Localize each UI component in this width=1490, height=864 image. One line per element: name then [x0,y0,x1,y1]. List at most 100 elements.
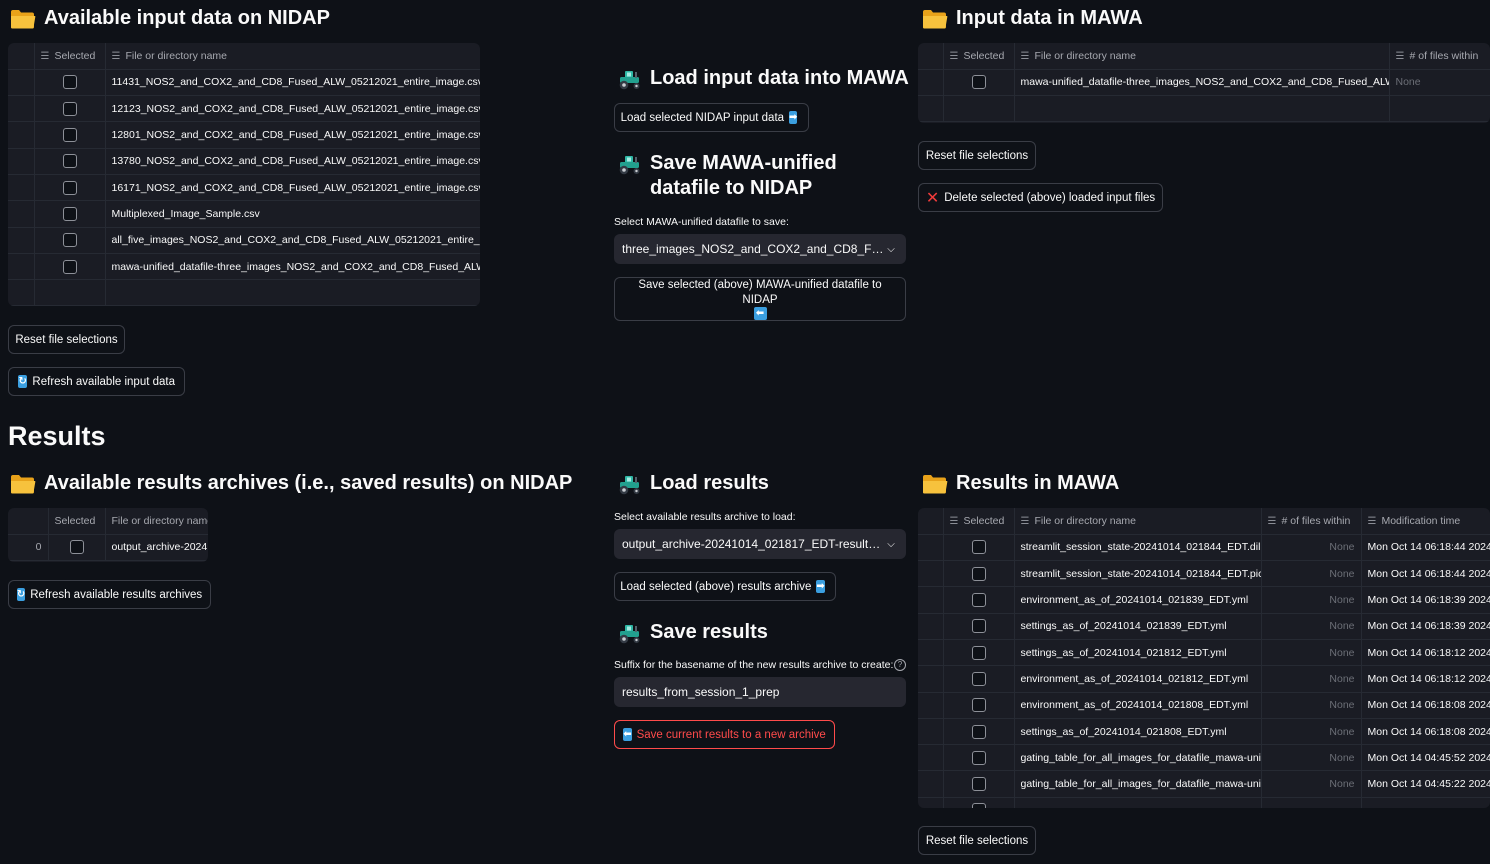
row-checkbox[interactable] [62,206,77,221]
row-checkbox[interactable] [62,233,77,248]
mawa-input-reset-button[interactable]: Reset file selections [918,141,1036,170]
row-checkbox[interactable] [971,593,986,608]
row-checkbox[interactable] [971,698,986,713]
table-row[interactable]: settings_as_of_20241014_021839_EDT.yml No… [918,613,1490,640]
results-suffix-input[interactable]: results_from_session_1_prep [614,677,906,707]
table-row[interactable]: streamlit_session_state-20241014_021844_… [918,560,1490,588]
row-checkbox-cell[interactable] [943,718,1015,746]
row-checkbox[interactable] [971,671,986,686]
row-checkbox[interactable] [62,75,77,90]
row-checkbox-cell[interactable] [34,200,106,228]
tractor-icon [616,622,642,644]
row-checkbox[interactable] [69,540,84,555]
table-row[interactable]: mawa-unified_datafile-three_images_NOS2_… [8,253,480,281]
row-checkbox-cell[interactable] [34,95,106,123]
table-row[interactable]: 13780_NOS2_and_COX2_and_CD8_Fused_ALW_05… [8,148,480,175]
table-row[interactable]: 12801_NOS2_and_COX2_and_CD8_Fused_ALW_05… [8,121,480,149]
row-checkbox-cell[interactable] [943,744,1015,772]
row-checkbox[interactable] [971,619,986,634]
row-checkbox[interactable] [971,540,986,555]
row-checkbox[interactable] [971,75,986,90]
nidap-input-reset-button[interactable]: Reset file selections [8,325,125,354]
row-checkbox-cell[interactable] [34,148,106,175]
column-header-name[interactable]: ☰ File or directory name [105,43,480,70]
row-checkbox-cell[interactable] [48,534,106,562]
mawa-results-reset-button[interactable]: Reset file selections [918,826,1036,855]
row-checkbox[interactable] [971,750,986,765]
row-checkbox-cell[interactable] [943,770,1015,798]
row-checkbox[interactable] [971,777,986,792]
row-checkbox[interactable] [971,566,986,581]
table-row[interactable]: mawa-unified_datafile-three_images_NOS2_… [918,69,1490,97]
column-header-selected[interactable]: ☰ Selected [943,508,1015,535]
row-checkbox[interactable] [62,128,77,143]
row-checkbox[interactable] [62,154,77,169]
row-checkbox-cell[interactable] [943,560,1015,588]
row-checkbox[interactable] [971,724,986,739]
save-unified-button[interactable]: Save selected (above) MAWA-unified dataf… [614,277,906,321]
column-header-name[interactable]: ☰ File or directory name [1014,508,1262,535]
row-checkbox-cell[interactable] [943,613,1015,640]
refresh-input-data-button[interactable]: ↻ Refresh available input data [8,367,185,396]
row-index [918,665,944,693]
table-row[interactable]: gating_table_for_all_images_for_datafile… [918,744,1490,772]
column-header-name[interactable]: ☰ File or directory name [1014,43,1390,70]
row-checkbox-cell[interactable] [943,797,1015,808]
row-checkbox-cell[interactable] [943,692,1015,719]
column-header-count[interactable]: ☰ # of files within [1261,508,1362,535]
row-checkbox-cell[interactable] [34,227,106,254]
results-archive-select[interactable]: output_archive-20241014_021817_EDT-resul… [614,529,906,559]
column-header-name[interactable]: File or directory name [105,508,208,535]
load-input-heading: Load input data into MAWA [616,66,909,91]
file-count-cell: None [1261,665,1362,693]
table-row[interactable]: streamlit_session_state-20241014_021844_… [918,534,1490,562]
file-name-cell: 16171_NOS2_and_COX2_and_CD8_Fused_ALW_05… [105,174,480,202]
save-results-button[interactable]: ⬅ Save current results to a new archive [614,720,835,749]
empty-row[interactable] [918,95,1490,123]
row-checkbox-cell[interactable] [943,586,1015,614]
table-row[interactable]: 11431_NOS2_and_COX2_and_CD8_Fused_ALW_05… [8,69,480,97]
partial-row[interactable] [918,797,1490,808]
column-header-selected[interactable]: ☰ Selected [943,43,1015,70]
row-checkbox[interactable] [971,803,986,808]
table-row[interactable]: 12123_NOS2_and_COX2_and_CD8_Fused_ALW_05… [8,95,480,123]
load-results-button[interactable]: Load selected (above) results archive ➡ [614,572,836,601]
table-row[interactable]: 16171_NOS2_and_COX2_and_CD8_Fused_ALW_05… [8,174,480,202]
row-checkbox-cell[interactable] [943,69,1015,97]
row-checkbox-cell[interactable] [943,665,1015,693]
row-checkbox-cell[interactable] [34,121,106,149]
row-checkbox-cell[interactable] [34,253,106,281]
table-row[interactable]: Multiplexed_Image_Sample.csv [8,200,480,228]
nidap-results-table[interactable]: Selected File or directory name 0 output_… [8,508,208,562]
table-row[interactable]: settings_as_of_20241014_021812_EDT.yml No… [918,639,1490,667]
file-count-cell: None [1261,744,1362,772]
row-checkbox[interactable] [62,259,77,274]
row-checkbox-cell[interactable] [943,639,1015,667]
load-nidap-input-button[interactable]: Load selected NIDAP input data ➡ [614,103,809,132]
mawa-input-table[interactable]: ☰ Selected ☰ File or directory name ☰ # of … [918,43,1490,123]
row-checkbox[interactable] [62,180,77,195]
empty-row[interactable] [8,279,480,306]
column-header-selected[interactable]: ☰ Selected [34,43,106,70]
table-row[interactable]: 0 output_archive-20241014_021817_EDT-resu… [8,534,208,562]
table-row[interactable]: environment_as_of_20241014_021839_EDT.ym… [918,586,1490,614]
table-row[interactable]: gating_table_for_all_images_for_datafile… [918,770,1490,798]
table-row[interactable]: environment_as_of_20241014_021812_EDT.ym… [918,665,1490,693]
table-row[interactable]: all_five_images_NOS2_and_COX2_and_CD8_Fu… [8,227,480,254]
nidap-input-table[interactable]: ☰ Selected ☰ File or directory name 11431_… [8,43,480,306]
delete-input-files-button[interactable]: ✕ Delete selected (above) loaded input f… [918,183,1163,212]
refresh-results-button[interactable]: ↻ Refresh available results archives [8,580,211,609]
row-checkbox-cell[interactable] [34,174,106,202]
mawa-results-table[interactable]: ☰ Selected ☰ File or directory name ☰ # of … [918,508,1490,808]
unified-datafile-select[interactable]: three_images_NOS2_and_COX2_and_CD8_Fused… [614,234,906,264]
table-row[interactable]: settings_as_of_20241014_021808_EDT.yml No… [918,718,1490,746]
column-header-selected[interactable]: Selected [48,508,106,535]
column-header-count[interactable]: ☰ # of files within [1389,43,1490,70]
column-header-time[interactable]: ☰ Modification time [1361,508,1490,535]
row-checkbox-cell[interactable] [943,534,1015,562]
help-icon[interactable]: ? [894,659,906,671]
row-checkbox-cell[interactable] [34,69,106,97]
row-checkbox[interactable] [62,101,77,116]
row-checkbox[interactable] [971,645,986,660]
table-row[interactable]: environment_as_of_20241014_021808_EDT.ym… [918,692,1490,719]
